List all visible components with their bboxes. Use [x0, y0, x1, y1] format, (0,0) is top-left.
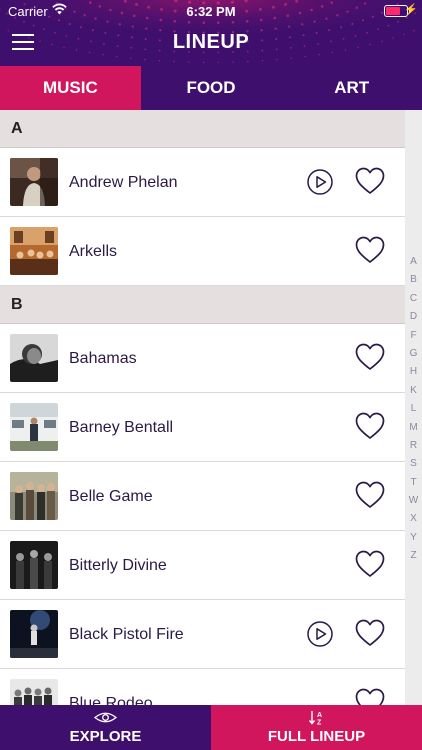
artist-row-bahamas[interactable]: Bahamas: [0, 324, 405, 393]
status-bar: Carrier 6:32 PM ⚡: [0, 0, 422, 22]
play-icon[interactable]: [307, 621, 333, 647]
bottom-bar: EXPLORE A Z FULL LINEUP: [0, 705, 422, 750]
heart-icon[interactable]: [355, 481, 385, 509]
artist-photo: [10, 403, 58, 451]
alpha-index-letter[interactable]: Z: [405, 547, 422, 565]
explore-button[interactable]: EXPLORE: [0, 705, 211, 750]
alpha-index-letter[interactable]: F: [405, 327, 422, 345]
alphabet-index-list[interactable]: ABCDFGHKLMRSTWXYZ: [405, 253, 422, 566]
alpha-index-letter[interactable]: L: [405, 400, 422, 418]
artist-row-arkells[interactable]: Arkells: [0, 217, 405, 286]
tab-food[interactable]: FOOD: [141, 66, 282, 110]
artist-name: Andrew Phelan: [69, 174, 178, 191]
artist-photo: [10, 610, 58, 658]
heart-icon[interactable]: [355, 412, 385, 440]
artist-row-andrew-phelan[interactable]: Andrew Phelan: [0, 148, 405, 217]
eye-icon: [93, 712, 118, 723]
alpha-index-letter[interactable]: W: [405, 492, 422, 510]
artist-photo: [10, 541, 58, 589]
artist-name: Arkells: [69, 243, 118, 260]
artist-name: Belle Game: [69, 488, 153, 505]
artist-row-blue-rodeo[interactable]: Blue Rodeo: [0, 669, 405, 705]
tab-music[interactable]: MUSIC: [0, 66, 141, 110]
page-title: LINEUP: [172, 31, 250, 53]
artist-row-belle-game[interactable]: Belle Game: [0, 462, 405, 531]
artist-row-barney-bentall[interactable]: Barney Bentall: [0, 393, 405, 462]
svg-text:A: A: [317, 712, 322, 719]
alpha-index-letter[interactable]: R: [405, 437, 422, 455]
heart-icon[interactable]: [355, 236, 385, 264]
heart-icon[interactable]: [355, 550, 385, 578]
artist-name: Bitterly Divine: [69, 557, 167, 574]
artist-name: Barney Bentall: [69, 419, 174, 436]
artist-list[interactable]: A Andrew Phelan Arkells B Bahamas Barney…: [0, 110, 405, 705]
alpha-index-letter[interactable]: Y: [405, 529, 422, 547]
alpha-index-letter[interactable]: B: [405, 271, 422, 289]
heart-icon[interactable]: [355, 688, 385, 705]
alpha-index-letter[interactable]: M: [405, 419, 422, 437]
artist-name: Black Pistol Fire: [69, 626, 184, 643]
heart-icon[interactable]: [355, 619, 385, 647]
alpha-index-letter[interactable]: X: [405, 510, 422, 528]
category-tabs: MUSIC FOOD ART: [0, 66, 422, 110]
alphabet-index[interactable]: ABCDFGHKLMRSTWXYZ: [405, 110, 422, 705]
section-header-b: B: [0, 286, 405, 324]
tab-art[interactable]: ART: [281, 66, 422, 110]
play-icon[interactable]: [307, 169, 333, 195]
alpha-index-letter[interactable]: C: [405, 290, 422, 308]
explore-label: EXPLORE: [69, 728, 142, 745]
artist-photo: [10, 472, 58, 520]
artist-photo: [10, 158, 58, 206]
artist-photo: [10, 679, 58, 705]
alpha-index-letter[interactable]: K: [405, 382, 422, 400]
artist-name: Blue Rodeo: [69, 695, 153, 705]
alpha-index-letter[interactable]: S: [405, 455, 422, 473]
artist-row-black-pistol-fire[interactable]: Black Pistol Fire: [0, 600, 405, 669]
alpha-index-letter[interactable]: T: [405, 474, 422, 492]
alpha-index-letter[interactable]: A: [405, 253, 422, 271]
alpha-index-letter[interactable]: D: [405, 308, 422, 326]
artist-row-bitterly-divine[interactable]: Bitterly Divine: [0, 531, 405, 600]
charging-bolt-icon: ⚡: [404, 4, 418, 16]
sort-az-icon: A Z: [308, 711, 322, 726]
full-lineup-label: FULL LINEUP: [267, 728, 366, 745]
alpha-index-letter[interactable]: G: [405, 345, 422, 363]
heart-icon[interactable]: [355, 167, 385, 195]
full-lineup-button[interactable]: A Z FULL LINEUP: [211, 705, 422, 750]
section-header-a: A: [0, 110, 405, 148]
artist-photo: [10, 334, 58, 382]
artist-name: Bahamas: [69, 350, 137, 367]
heart-icon[interactable]: [355, 343, 385, 371]
artist-photo: [10, 227, 58, 275]
app-header: Carrier 6:32 PM ⚡ LINEUP: [0, 0, 422, 66]
alpha-index-letter[interactable]: H: [405, 363, 422, 381]
status-time: 6:32 PM: [186, 4, 236, 19]
svg-text:Z: Z: [317, 720, 322, 726]
